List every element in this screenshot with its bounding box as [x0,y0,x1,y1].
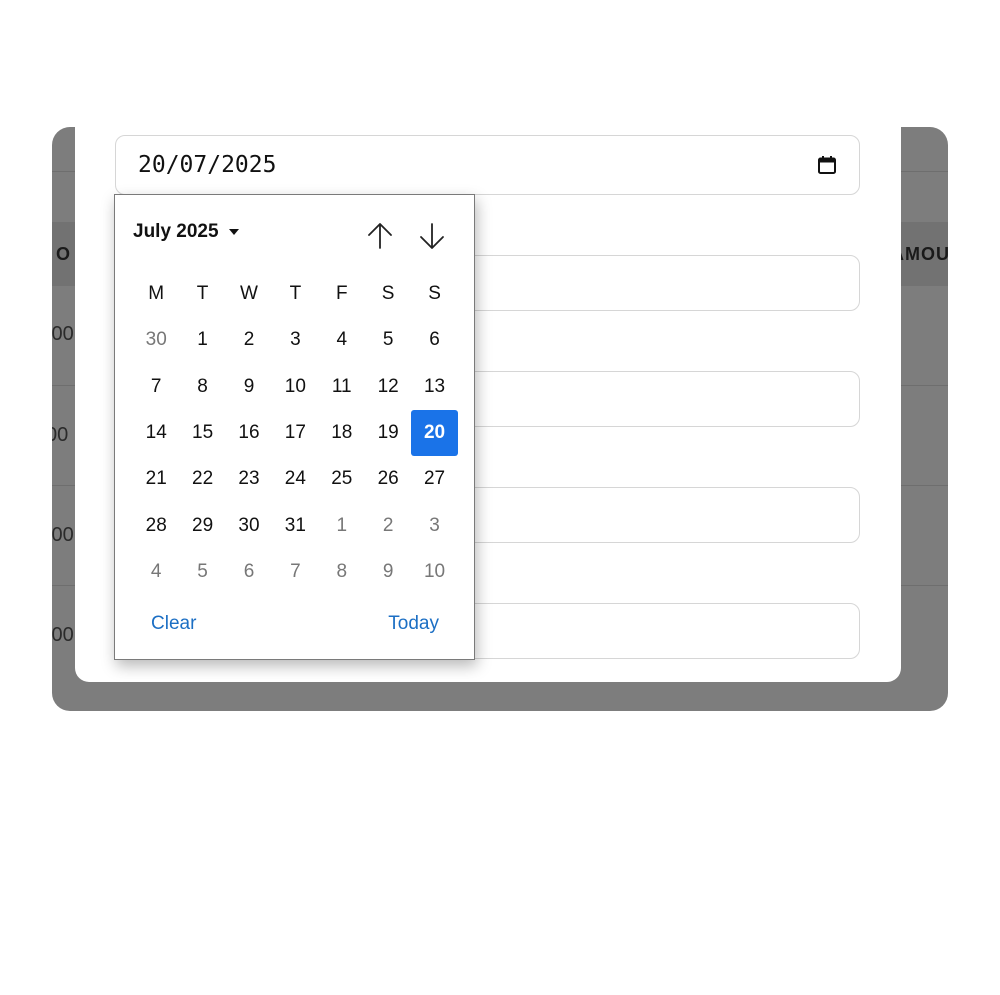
calendar-week-row: 14 15 16 17 18 19 20 [133,409,458,457]
calendar-week-row: 30 1 2 3 4 5 6 [133,317,458,363]
today-button[interactable]: Today [388,613,439,635]
weekday-label: S [428,283,441,305]
calendar-day[interactable]: 26 [365,456,411,502]
date-input-value: 20/07/2025 [138,152,277,178]
calendar-day[interactable]: 30 [133,317,179,363]
calendar-day[interactable]: 3 [272,317,318,363]
calendar-day[interactable]: 28 [133,502,179,548]
calendar-day[interactable]: 8 [179,364,225,410]
calendar-day[interactable]: 13 [411,364,457,410]
table-cell: .00 [52,524,74,546]
table-cell: .00 [52,624,74,646]
weekday-label: T [196,283,209,305]
calendar-day[interactable]: 15 [179,410,225,456]
calendar-day[interactable]: 12 [365,364,411,410]
calendar-day[interactable]: 7 [272,549,318,595]
calendar-day[interactable]: 23 [226,456,272,502]
calendar-day[interactable]: 16 [226,410,272,456]
month-selector[interactable]: July 2025 [133,221,239,243]
calendar-day[interactable]: 2 [226,317,272,363]
weekday-label: T [289,283,302,305]
calendar-day[interactable]: 5 [365,317,411,363]
calendar-day[interactable]: 17 [272,410,318,456]
calendar-week-row: 4 5 6 7 8 9 10 [133,549,458,595]
calendar-day[interactable]: 9 [365,549,411,595]
weekday-label: M [148,283,165,305]
calendar-day[interactable]: 2 [365,502,411,548]
calendar-day[interactable]: 7 [133,364,179,410]
calendar-day[interactable]: 25 [319,456,365,502]
calendar-week-row: 7 8 9 10 11 12 13 [133,364,458,410]
calendar-day[interactable]: 9 [226,364,272,410]
calendar-week-row: 28 29 30 31 1 2 3 [133,502,458,548]
calendar-icon[interactable] [817,155,837,175]
table-cell: 00 [52,424,69,446]
caret-down-icon [228,229,239,235]
calendar-day[interactable]: 1 [319,502,365,548]
calendar-day-selected[interactable]: 20 [411,409,458,457]
weekday-label: S [381,283,395,305]
calendar-day[interactable]: 22 [179,456,225,502]
calendar-day[interactable]: 4 [319,317,365,363]
calendar-day[interactable]: 30 [226,502,272,548]
clear-button[interactable]: Clear [151,613,196,635]
date-input[interactable]: 20/07/2025 [115,135,860,195]
weekday-header-row: MTWTFSS [133,271,458,317]
weekday-label: F [335,283,348,305]
calendar-day[interactable]: 21 [133,456,179,502]
arrow-up-icon[interactable] [363,219,397,253]
calendar-day[interactable]: 4 [133,549,179,595]
calendar-grid: MTWTFSS 30 1 2 3 4 5 6 7 8 9 10 11 12 13 14 15 16 17 18 19 2… [133,271,458,595]
calendar-day[interactable]: 14 [133,410,179,456]
calendar-day[interactable]: 3 [411,502,457,548]
arrow-down-icon[interactable] [415,219,449,253]
table-cell: .00 [52,323,74,345]
table-header-cell-left: O [56,244,72,264]
calendar-day[interactable]: 18 [319,410,365,456]
calendar-day[interactable]: 31 [272,502,318,548]
calendar-day[interactable]: 8 [319,549,365,595]
calendar-day[interactable]: 10 [411,549,457,595]
calendar-day[interactable]: 5 [179,549,225,595]
calendar-day[interactable]: 1 [179,317,225,363]
calendar-day[interactable]: 27 [411,456,457,502]
weekday-label: W [240,283,258,305]
calendar-day[interactable]: 11 [319,364,365,410]
date-picker-popup: July 2025 MTWTFSS 30 1 2 3 4 5 6 7 8 9 10 11 12 13 14 1… [114,194,475,660]
calendar-day[interactable]: 6 [411,317,457,363]
screen: O AMOU .00 00 .00 .00 20/07/2025 July 20… [0,0,1000,995]
month-label: July 2025 [133,221,219,242]
calendar-week-row: 21 22 23 24 25 26 27 [133,456,458,502]
calendar-day[interactable]: 24 [272,456,318,502]
calendar-day[interactable]: 19 [365,410,411,456]
calendar-day[interactable]: 29 [179,502,225,548]
calendar-day[interactable]: 6 [226,549,272,595]
calendar-day[interactable]: 10 [272,364,318,410]
